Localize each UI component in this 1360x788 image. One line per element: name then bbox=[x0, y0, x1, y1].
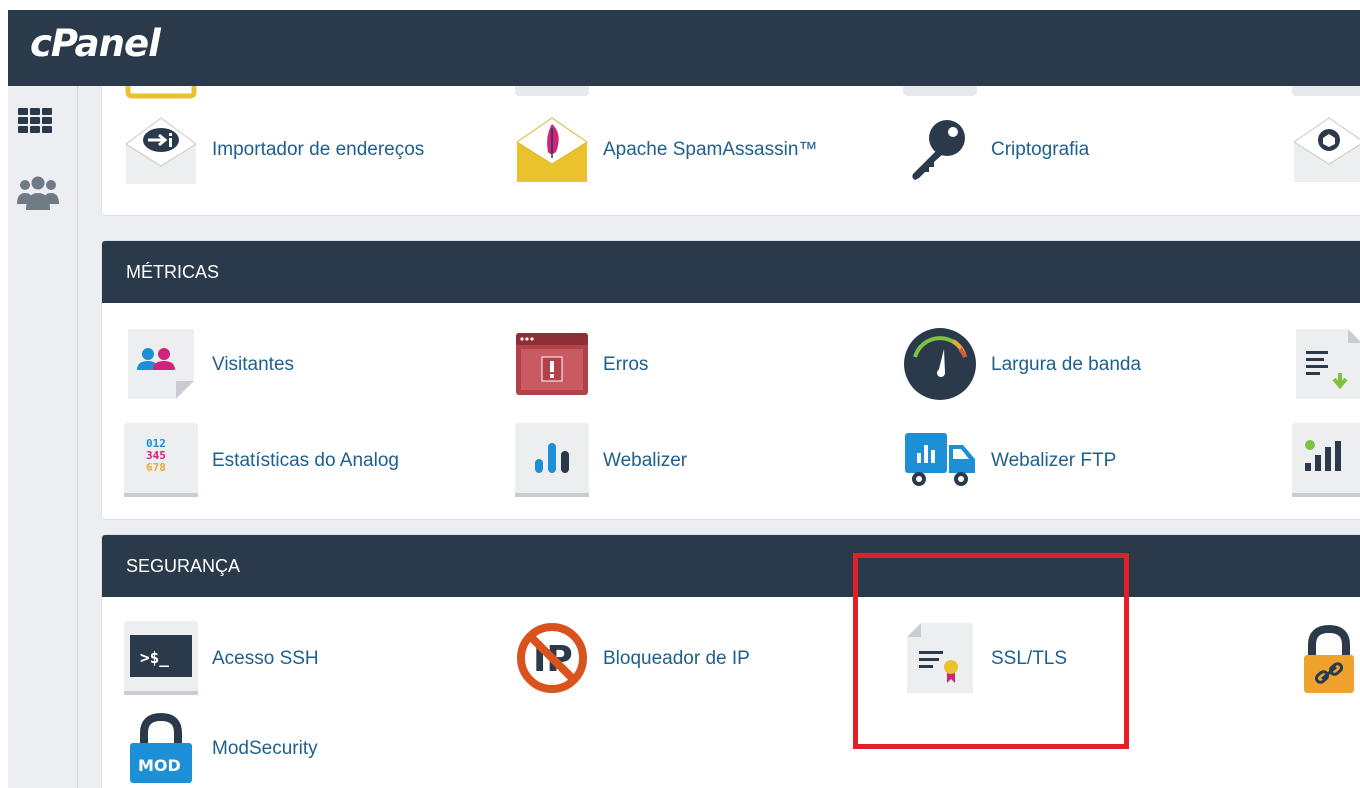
partial-tool-icon bbox=[903, 86, 977, 96]
tool-ssh-access[interactable]: >$_ Acesso SSH bbox=[124, 619, 484, 699]
bandwidth-gauge-icon bbox=[903, 327, 977, 401]
tool-webalizer[interactable]: Webalizer bbox=[515, 421, 875, 501]
tool-partial-right[interactable] bbox=[1292, 325, 1360, 405]
modsecurity-lock-icon: MOD bbox=[124, 711, 198, 785]
tool-label: Visitantes bbox=[212, 354, 295, 375]
tool-ssl-tls[interactable]: SSL/TLS bbox=[903, 619, 1263, 699]
svg-text:>$_: >$_ bbox=[140, 648, 169, 667]
tool-label: Estatísticas do Analog bbox=[212, 450, 399, 471]
tool-label: Webalizer FTP bbox=[991, 450, 1117, 471]
tool-label: Bloqueador de IP bbox=[603, 648, 750, 669]
metrics-panel: MÉTRICAS Visitantes Erros Largura de ban… bbox=[101, 240, 1360, 520]
raw-access-icon bbox=[1292, 327, 1360, 401]
tool-partial-right[interactable] bbox=[1292, 110, 1360, 190]
key-icon bbox=[903, 112, 977, 186]
analog-stats-icon: 012 345 678 bbox=[124, 423, 198, 497]
security-panel: SEGURANÇA >$_ Acesso SSH IP bbox=[101, 534, 1360, 788]
webalizer-icon bbox=[515, 423, 589, 497]
email-panel-tail: Importador de endereços Apache SpamAssas… bbox=[101, 86, 1360, 216]
tool-modsecurity[interactable]: MOD ModSecurity bbox=[124, 709, 484, 788]
metrics-panel-title[interactable]: MÉTRICAS bbox=[102, 241, 1360, 303]
security-panel-title[interactable]: SEGURANÇA bbox=[102, 535, 1360, 597]
tool-errors[interactable]: Erros bbox=[515, 325, 875, 405]
terminal-icon: >$_ bbox=[124, 621, 198, 695]
tool-visitors[interactable]: Visitantes bbox=[124, 325, 484, 405]
partial-tool-icon bbox=[124, 86, 198, 100]
tool-encryption[interactable]: Criptografia bbox=[903, 110, 1263, 190]
partial-tool-icon bbox=[515, 86, 589, 96]
tool-partial-right[interactable] bbox=[1292, 619, 1360, 699]
tool-label: Erros bbox=[603, 354, 649, 375]
webalizer-ftp-icon bbox=[903, 423, 977, 497]
tool-label: Apache SpamAssassin™ bbox=[603, 139, 818, 160]
users-icon[interactable] bbox=[16, 174, 59, 214]
tool-spamassassin[interactable]: Apache SpamAssassin™ bbox=[515, 110, 875, 190]
tool-bandwidth[interactable]: Largura de banda bbox=[903, 325, 1263, 405]
tool-label: Largura de banda bbox=[991, 354, 1142, 375]
import-icon bbox=[124, 112, 198, 186]
svg-text:678: 678 bbox=[146, 461, 166, 474]
errors-icon bbox=[515, 327, 589, 401]
cpanel-window: cPanel Importador de endereços Apache Sp… bbox=[8, 10, 1360, 788]
top-bar: cPanel bbox=[8, 10, 1360, 86]
tool-address-importer[interactable]: Importador de endereços bbox=[124, 110, 484, 190]
tool-webalizer-ftp[interactable]: Webalizer FTP bbox=[903, 421, 1263, 501]
cpanel-logo[interactable]: cPanel bbox=[30, 22, 161, 65]
envelope-icon bbox=[1292, 112, 1360, 186]
tool-label: Webalizer bbox=[603, 450, 688, 471]
hotlink-lock-icon bbox=[1292, 621, 1360, 695]
tool-partial-right[interactable] bbox=[1292, 421, 1360, 501]
certificate-icon bbox=[903, 621, 977, 695]
tool-label: SSL/TLS bbox=[991, 648, 1068, 669]
partial-tool-icon bbox=[1292, 86, 1360, 96]
tool-ip-blocker[interactable]: IP Bloqueador de IP bbox=[515, 619, 875, 699]
tool-analog-stats[interactable]: 012 345 678 Estatísticas do Analog bbox=[124, 421, 484, 501]
visitors-icon bbox=[124, 327, 198, 401]
spamassassin-icon bbox=[515, 112, 589, 186]
metrics-editor-icon bbox=[1292, 423, 1360, 497]
sidebar bbox=[8, 86, 78, 788]
tool-label: Acesso SSH bbox=[212, 648, 319, 669]
svg-text:MOD: MOD bbox=[138, 756, 181, 775]
tool-label: Importador de endereços bbox=[212, 139, 425, 160]
ip-blocker-icon: IP bbox=[515, 621, 589, 695]
tool-label: ModSecurity bbox=[212, 738, 318, 759]
main-content: Importador de endereços Apache SpamAssas… bbox=[78, 86, 1360, 788]
grid-icon[interactable] bbox=[16, 104, 58, 144]
tool-label: Criptografia bbox=[991, 139, 1090, 160]
